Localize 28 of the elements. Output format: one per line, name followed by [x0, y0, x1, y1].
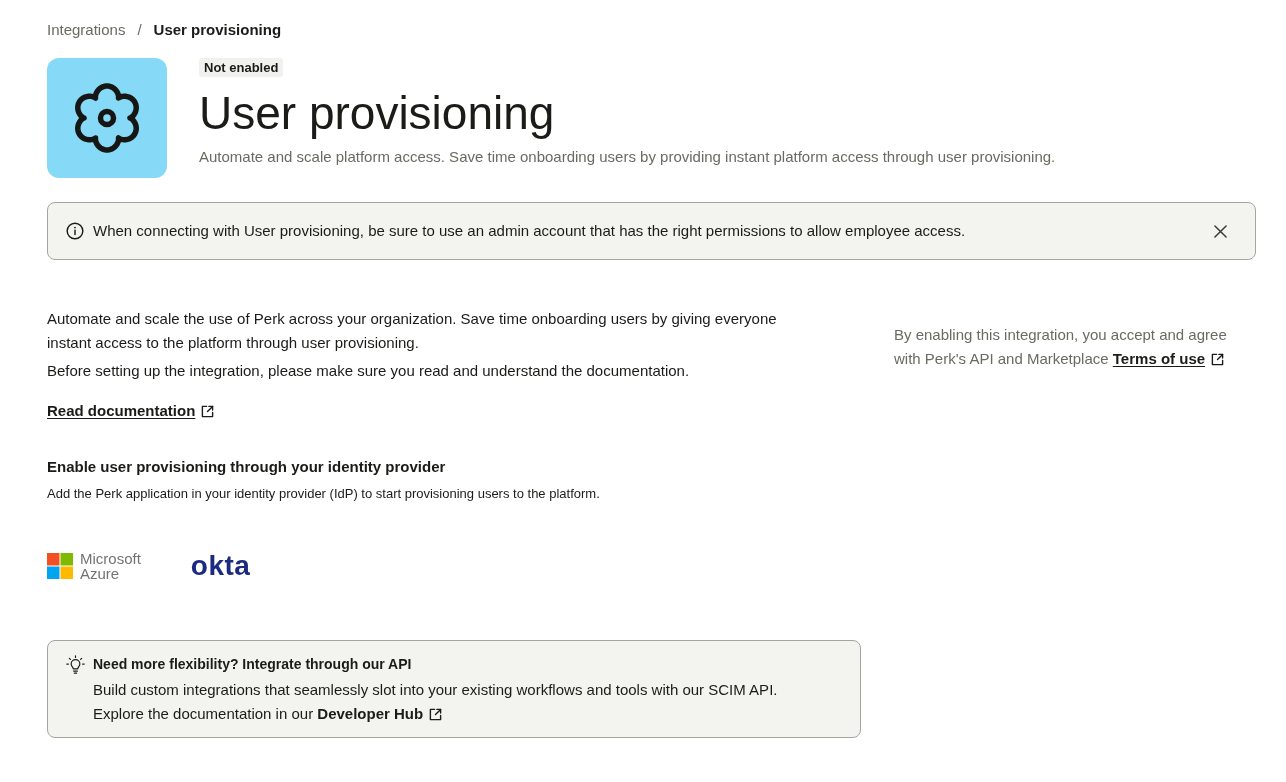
external-link-icon: [429, 707, 443, 721]
close-icon: [1213, 224, 1227, 238]
info-icon: [66, 222, 84, 240]
callout-text: Build custom integrations that seamlessly slot into your existing workflows and tools with our SCIM API.: [93, 680, 778, 700]
logo-wordmark: Microsoft Azure: [80, 551, 141, 581]
developer-hub-link[interactable]: Developer Hub: [317, 702, 443, 726]
page-title: User provisioning: [199, 86, 555, 140]
terms-link[interactable]: Terms of use: [1112, 347, 1225, 371]
breadcrumb-link[interactable]: Integrations: [47, 20, 126, 40]
lightbulb-icon: [66, 655, 85, 674]
intro-paragraph: Automate and scale the use of Perk across your organization. Save time onboarding users by giving everyone instant access to the platform through user provisioning.: [47, 309, 778, 353]
section-description: Add the Perk application in your identity provider (IdP) to start provisioning users to the platform.: [47, 485, 600, 503]
external-link-icon: [201, 404, 215, 418]
terms-text: By enabling this integration, you accept and agree with Perk's API and Marketplace Terms of use: [894, 323, 1256, 371]
documentation-link[interactable]: Read documentation: [47, 401, 215, 421]
intro-paragraph: Before setting up the integration, please make sure you read and understand the documentation.: [47, 361, 690, 381]
page-subtitle: Automate and scale platform access. Save time onboarding users by providing instant platform access through user provisioning.: [199, 147, 1056, 167]
breadcrumb-separator: /: [137, 20, 142, 40]
logo-wordmark: okta: [190, 552, 251, 580]
callout-text: Explore the documentation in our Developer Hub: [93, 702, 443, 726]
callout-title: Need more flexibility? Integrate through our API: [93, 655, 412, 674]
section-heading: Enable user provisioning through your identity provider: [47, 457, 446, 477]
alert-text: When connecting with User provisioning, be sure to use an admin account that has the right permissions to allow employee access.: [93, 221, 966, 241]
status-badge: Not enabled: [199, 58, 284, 77]
four-squares-icon: [47, 553, 73, 579]
breadcrumb-current-page: User provisioning: [153, 20, 282, 40]
external-link-icon: [1211, 352, 1225, 366]
gear-icon: [47, 58, 167, 178]
